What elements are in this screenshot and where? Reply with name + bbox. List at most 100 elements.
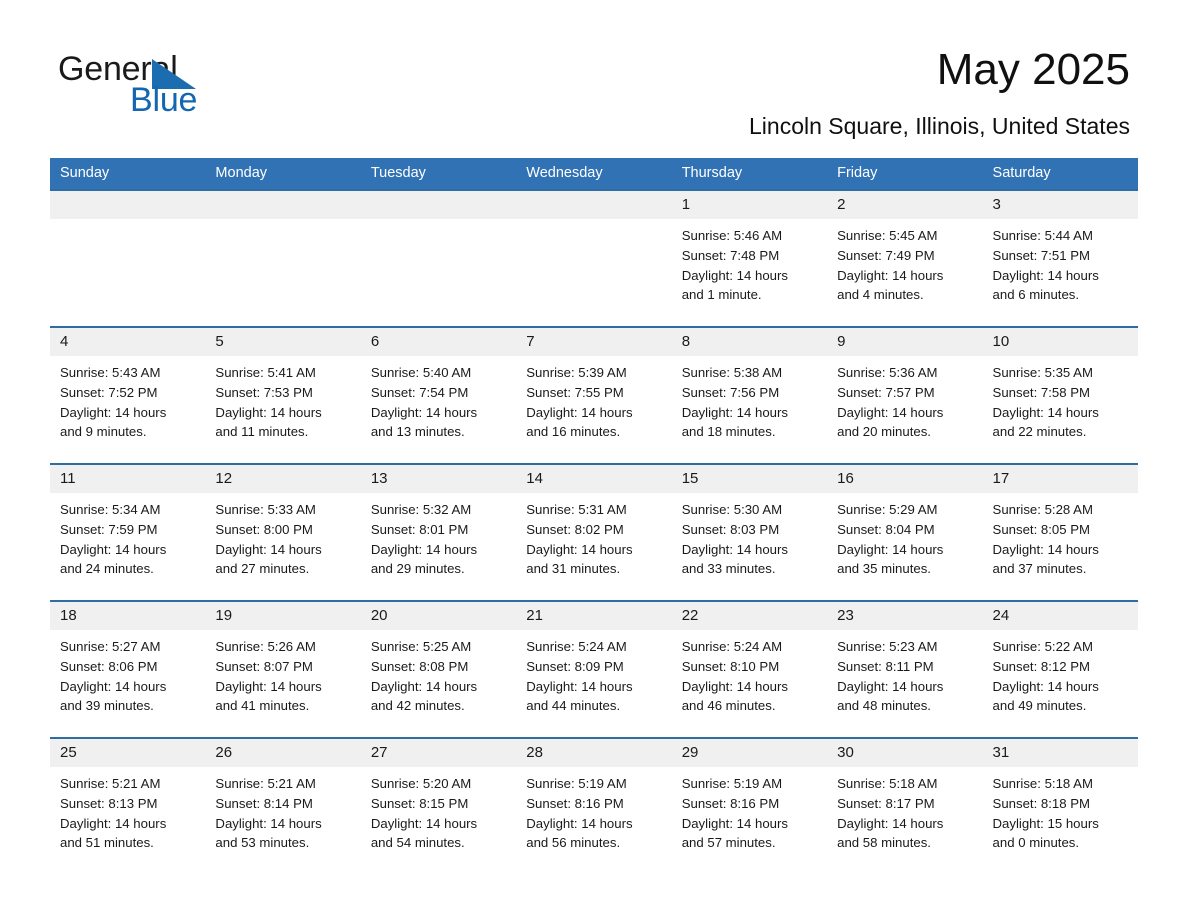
page-title: May 2025 xyxy=(936,45,1130,94)
calendar-day-cell[interactable]: 24 Sunrise: 5:22 AM Sunset: 8:12 PM Dayligh… xyxy=(982,600,1138,738)
day-sun-info: Sunrise: 5:21 AM Sunset: 8:13 PM Daylight:… xyxy=(50,767,205,853)
calendar-day-cell[interactable]: 21 Sunrise: 5:24 AM Sunset: 8:09 PM Dayligh… xyxy=(516,600,672,738)
day-info-line: Daylight: 14 hours xyxy=(681,815,788,831)
day-info-line: Sunrise: 5:24 AM xyxy=(526,639,627,654)
day-sun-info: Sunrise: 5:20 AM Sunset: 8:15 PM Daylight:… xyxy=(361,767,516,853)
day-sun-info: Sunrise: 5:28 AM Sunset: 8:05 PM Daylight:… xyxy=(983,493,1138,579)
day-info-line: and 53 minutes. xyxy=(215,835,310,851)
day-number: 22 xyxy=(671,602,828,630)
day-sun-info: Sunrise: 5:36 AM Sunset: 7:57 PM Daylight:… xyxy=(827,356,982,442)
day-info-line: Sunrise: 5:31 AM xyxy=(526,502,627,517)
day-sun-info: Sunrise: 5:40 AM Sunset: 7:54 PM Daylight:… xyxy=(361,356,516,442)
calendar-day-cell[interactable]: 6 Sunrise: 5:40 AM Sunset: 7:54 PM Daylight… xyxy=(360,326,517,464)
calendar-day-cell[interactable]: 25 Sunrise: 5:21 AM Sunset: 8:13 PM Dayligh… xyxy=(50,737,206,874)
day-info-line: Sunrise: 5:34 AM xyxy=(60,502,161,517)
calendar-day-cell[interactable]: 9 Sunrise: 5:36 AM Sunset: 7:57 PM Daylight… xyxy=(827,326,983,464)
calendar-page: General Blue May 2025 Lincoln Square, Il… xyxy=(0,0,1188,918)
calendar-day-cell[interactable]: 2 Sunrise: 5:45 AM Sunset: 7:49 PM Daylight… xyxy=(827,189,983,327)
calendar-day-cell[interactable]: 13 Sunrise: 5:32 AM Sunset: 8:01 PM Dayligh… xyxy=(360,463,517,601)
day-info-line: Sunset: 8:15 PM xyxy=(370,795,469,811)
day-info-line: Sunset: 8:17 PM xyxy=(837,795,935,811)
calendar-day-cell-empty xyxy=(50,189,206,327)
day-info-line: and 0 minutes. xyxy=(992,835,1080,851)
day-info-line: and 35 minutes. xyxy=(837,561,931,577)
calendar-day-cell[interactable]: 7 Sunrise: 5:39 AM Sunset: 7:55 PM Daylight… xyxy=(516,326,672,464)
day-info-line: and 13 minutes. xyxy=(370,424,465,440)
calendar-day-cell[interactable]: 27 Sunrise: 5:20 AM Sunset: 8:15 PM Dayligh… xyxy=(360,737,517,874)
calendar-day-cell[interactable]: 8 Sunrise: 5:38 AM Sunset: 7:56 PM Daylight… xyxy=(671,326,828,464)
day-number: 31 xyxy=(982,739,1138,767)
calendar-body: 1 Sunrise: 5:46 AM Sunset: 7:48 PM Daylight… xyxy=(50,189,1138,874)
day-info-line: and 54 minutes. xyxy=(370,835,465,851)
day-info-line: Sunset: 8:09 PM xyxy=(526,658,624,674)
day-info-line: Daylight: 14 hours xyxy=(526,678,633,694)
calendar-day-cell[interactable]: 31 Sunrise: 5:18 AM Sunset: 8:18 PM Dayligh… xyxy=(982,737,1138,874)
day-info-line: and 27 minutes. xyxy=(215,561,310,577)
weekday-header-saturday: Saturday xyxy=(982,158,1138,190)
day-info-line: Sunset: 8:13 PM xyxy=(60,795,158,811)
calendar-day-cell[interactable]: 5 Sunrise: 5:41 AM Sunset: 7:53 PM Daylight… xyxy=(205,326,361,464)
day-number: 4 xyxy=(50,328,206,356)
day-info-line: Sunrise: 5:30 AM xyxy=(681,502,783,517)
day-info-line: and 22 minutes. xyxy=(992,424,1087,440)
day-info-line: Sunrise: 5:46 AM xyxy=(681,228,783,243)
calendar-day-cell[interactable]: 11 Sunrise: 5:34 AM Sunset: 7:59 PM Dayligh… xyxy=(50,463,206,601)
day-number: 17 xyxy=(982,465,1138,493)
day-info-line: Daylight: 14 hours xyxy=(837,404,944,420)
page-header: General Blue May 2025 Lincoln Square, Il… xyxy=(0,0,1188,150)
day-info-line: Sunrise: 5:39 AM xyxy=(526,365,627,380)
calendar-day-cell[interactable]: 30 Sunrise: 5:18 AM Sunset: 8:17 PM Dayligh… xyxy=(827,737,983,874)
day-number: 11 xyxy=(50,465,206,493)
calendar-day-cell[interactable]: 14 Sunrise: 5:31 AM Sunset: 8:02 PM Dayligh… xyxy=(516,463,672,601)
day-info-line: Sunrise: 5:24 AM xyxy=(681,639,783,654)
day-number: 6 xyxy=(360,328,517,356)
day-number: 13 xyxy=(360,465,517,493)
day-info-line: Sunrise: 5:20 AM xyxy=(370,776,472,791)
general-blue-logo[interactable]: General Blue xyxy=(58,50,358,130)
calendar-table: Sunday Monday Tuesday Wednesday Thursday Frid… xyxy=(50,158,1138,874)
day-info-line: Sunrise: 5:26 AM xyxy=(215,639,316,654)
calendar-day-cell[interactable]: 17 Sunrise: 5:28 AM Sunset: 8:05 PM Dayligh… xyxy=(982,463,1138,601)
calendar-day-cell[interactable]: 4 Sunrise: 5:43 AM Sunset: 7:52 PM Daylight… xyxy=(50,326,206,464)
day-info-line: and 57 minutes. xyxy=(681,835,776,851)
calendar-day-cell[interactable]: 3 Sunrise: 5:44 AM Sunset: 7:51 PM Daylight… xyxy=(982,189,1138,327)
day-sun-info: Sunrise: 5:34 AM Sunset: 7:59 PM Daylight:… xyxy=(50,493,205,579)
day-info-line: Sunrise: 5:38 AM xyxy=(681,365,783,380)
day-info-line: Daylight: 14 hours xyxy=(992,404,1099,420)
day-info-line: Daylight: 14 hours xyxy=(837,541,944,557)
day-sun-info: Sunrise: 5:19 AM Sunset: 8:16 PM Daylight:… xyxy=(516,767,671,853)
calendar-day-cell[interactable]: 18 Sunrise: 5:27 AM Sunset: 8:06 PM Dayligh… xyxy=(50,600,206,738)
day-info-line: Sunset: 8:02 PM xyxy=(526,521,624,537)
day-number xyxy=(360,191,517,219)
day-info-line: Daylight: 14 hours xyxy=(837,678,944,694)
day-sun-info: Sunrise: 5:21 AM Sunset: 8:14 PM Daylight:… xyxy=(205,767,360,853)
calendar-day-cell[interactable]: 20 Sunrise: 5:25 AM Sunset: 8:08 PM Dayligh… xyxy=(360,600,517,738)
calendar-grid: Sunday Monday Tuesday Wednesday Thursday Frid… xyxy=(50,158,1138,874)
calendar-day-cell[interactable]: 29 Sunrise: 5:19 AM Sunset: 8:16 PM Dayligh… xyxy=(671,737,828,874)
day-info-line: and 58 minutes. xyxy=(837,835,931,851)
day-info-line: Daylight: 14 hours xyxy=(60,815,167,831)
calendar-day-cell[interactable]: 19 Sunrise: 5:26 AM Sunset: 8:07 PM Dayligh… xyxy=(205,600,361,738)
calendar-day-cell[interactable]: 26 Sunrise: 5:21 AM Sunset: 8:14 PM Dayligh… xyxy=(205,737,361,874)
calendar-day-cell[interactable]: 22 Sunrise: 5:24 AM Sunset: 8:10 PM Dayligh… xyxy=(671,600,828,738)
day-info-line: Sunset: 8:16 PM xyxy=(526,795,624,811)
day-info-line: and 24 minutes. xyxy=(60,561,154,577)
calendar-day-cell[interactable]: 12 Sunrise: 5:33 AM Sunset: 8:00 PM Dayligh… xyxy=(205,463,361,601)
day-info-line: Daylight: 14 hours xyxy=(215,404,322,420)
day-info-line: Sunrise: 5:21 AM xyxy=(215,776,316,791)
day-info-line: Sunset: 8:06 PM xyxy=(60,658,158,674)
day-sun-info: Sunrise: 5:27 AM Sunset: 8:06 PM Daylight:… xyxy=(50,630,205,716)
calendar-day-cell[interactable]: 15 Sunrise: 5:30 AM Sunset: 8:03 PM Dayligh… xyxy=(671,463,828,601)
day-info-line: Daylight: 14 hours xyxy=(60,678,167,694)
day-info-line: Sunset: 8:16 PM xyxy=(681,795,780,811)
day-sun-info: Sunrise: 5:23 AM Sunset: 8:11 PM Daylight:… xyxy=(827,630,982,716)
calendar-day-cell[interactable]: 10 Sunrise: 5:35 AM Sunset: 7:58 PM Dayligh… xyxy=(982,326,1138,464)
calendar-day-cell[interactable]: 16 Sunrise: 5:29 AM Sunset: 8:04 PM Dayligh… xyxy=(827,463,983,601)
day-info-line: Sunset: 7:48 PM xyxy=(681,247,780,263)
weekday-header-tuesday: Tuesday xyxy=(360,158,517,190)
day-info-line: Sunrise: 5:22 AM xyxy=(992,639,1093,654)
day-info-line: and 41 minutes. xyxy=(215,698,310,714)
calendar-day-cell[interactable]: 1 Sunrise: 5:46 AM Sunset: 7:48 PM Daylight… xyxy=(671,189,828,327)
calendar-day-cell[interactable]: 23 Sunrise: 5:23 AM Sunset: 8:11 PM Dayligh… xyxy=(827,600,983,738)
calendar-day-cell[interactable]: 28 Sunrise: 5:19 AM Sunset: 8:16 PM Dayligh… xyxy=(516,737,672,874)
